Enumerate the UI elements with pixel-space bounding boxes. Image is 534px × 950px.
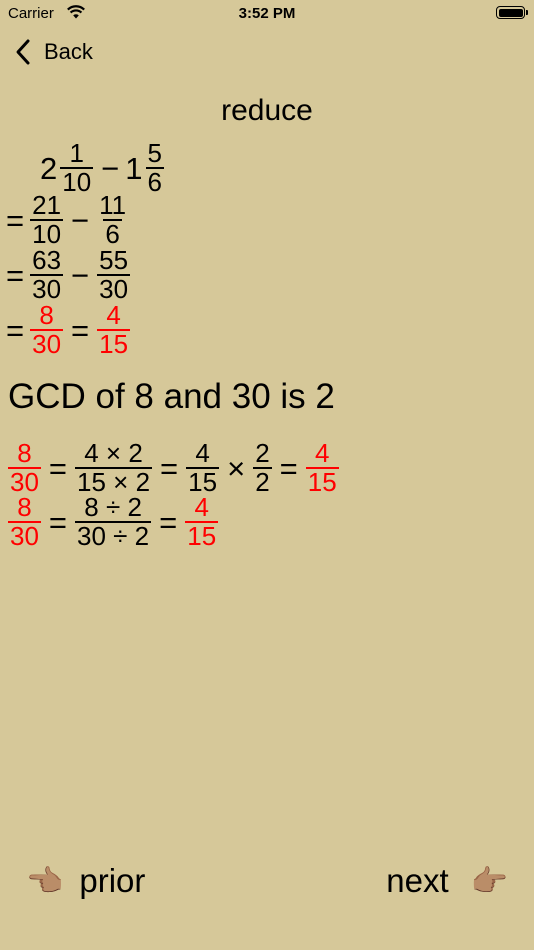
fraction-highlighted: 8 30 [30, 300, 64, 360]
equals-sign: = [6, 312, 25, 348]
fraction: 4 × 2 15 × 2 [75, 438, 153, 498]
fraction: 63 30 [30, 245, 64, 305]
fraction-highlighted: 4 15 [305, 438, 339, 498]
minus-operator: − [101, 150, 120, 186]
minus-operator: − [71, 257, 90, 293]
next-label: next [386, 862, 449, 899]
gcd-text: GCD of 8 and 30 is 2 [8, 377, 335, 416]
minus-operator: − [71, 202, 90, 238]
chevron-left-icon [16, 39, 30, 65]
fraction: 4 15 [186, 438, 220, 498]
fraction-highlighted: 4 15 [97, 300, 131, 360]
step-row-improper: = 21 10 − 11 6 [6, 190, 130, 250]
pointing-left-icon: 👈🏽 [26, 864, 64, 898]
times-operator: × [227, 450, 246, 486]
fraction: 11 6 [99, 190, 127, 250]
fraction: 8 ÷ 2 30 ÷ 2 [75, 492, 152, 552]
whole-number: 2 [40, 150, 58, 186]
fraction: 22 [253, 438, 272, 498]
multiplication-row: 8 30 = 4 × 2 15 × 2 = 4 15 × 22 = 4 15 [6, 438, 341, 498]
equals-sign: = [71, 312, 90, 348]
next-button[interactable]: next 👉🏽 [386, 862, 508, 900]
whole-number: 1 [125, 150, 143, 186]
prior-label: prior [79, 862, 146, 899]
fraction: 21 10 [30, 190, 64, 250]
step-row-common-denominator: = 63 30 − 55 30 [6, 245, 132, 305]
equals-sign: = [48, 504, 68, 540]
status-time: 3:52 PM [238, 5, 296, 22]
equals-sign: = [6, 257, 25, 293]
back-label: Back [44, 39, 93, 64]
equals-sign: = [160, 450, 179, 486]
fraction-highlighted: 8 30 [8, 438, 41, 498]
page-title: reduce [221, 94, 313, 127]
division-row: 8 30 = 8 ÷ 2 30 ÷ 2 = 4 15 [6, 492, 220, 552]
fraction-highlighted: 8 30 [8, 492, 41, 552]
back-button[interactable]: Back [14, 38, 93, 66]
step-row-result: = 8 30 = 4 15 [6, 300, 132, 360]
fraction: 56 [145, 138, 164, 198]
fraction: 1 10 [60, 138, 94, 198]
equals-sign: = [279, 450, 298, 486]
fraction: 55 30 [97, 245, 131, 305]
pointing-right-icon: 👉🏽 [470, 864, 508, 898]
equals-sign: = [6, 202, 25, 238]
prior-button[interactable]: 👈🏽 prior [26, 862, 145, 900]
problem-row: 2 1 10 − 1 56 [40, 138, 166, 198]
equals-sign: = [48, 450, 68, 486]
equals-sign: = [159, 504, 178, 540]
battery-icon [496, 6, 528, 19]
fraction-highlighted: 4 15 [185, 492, 219, 552]
status-bar: Carrier 3:52 PM [0, 0, 534, 28]
